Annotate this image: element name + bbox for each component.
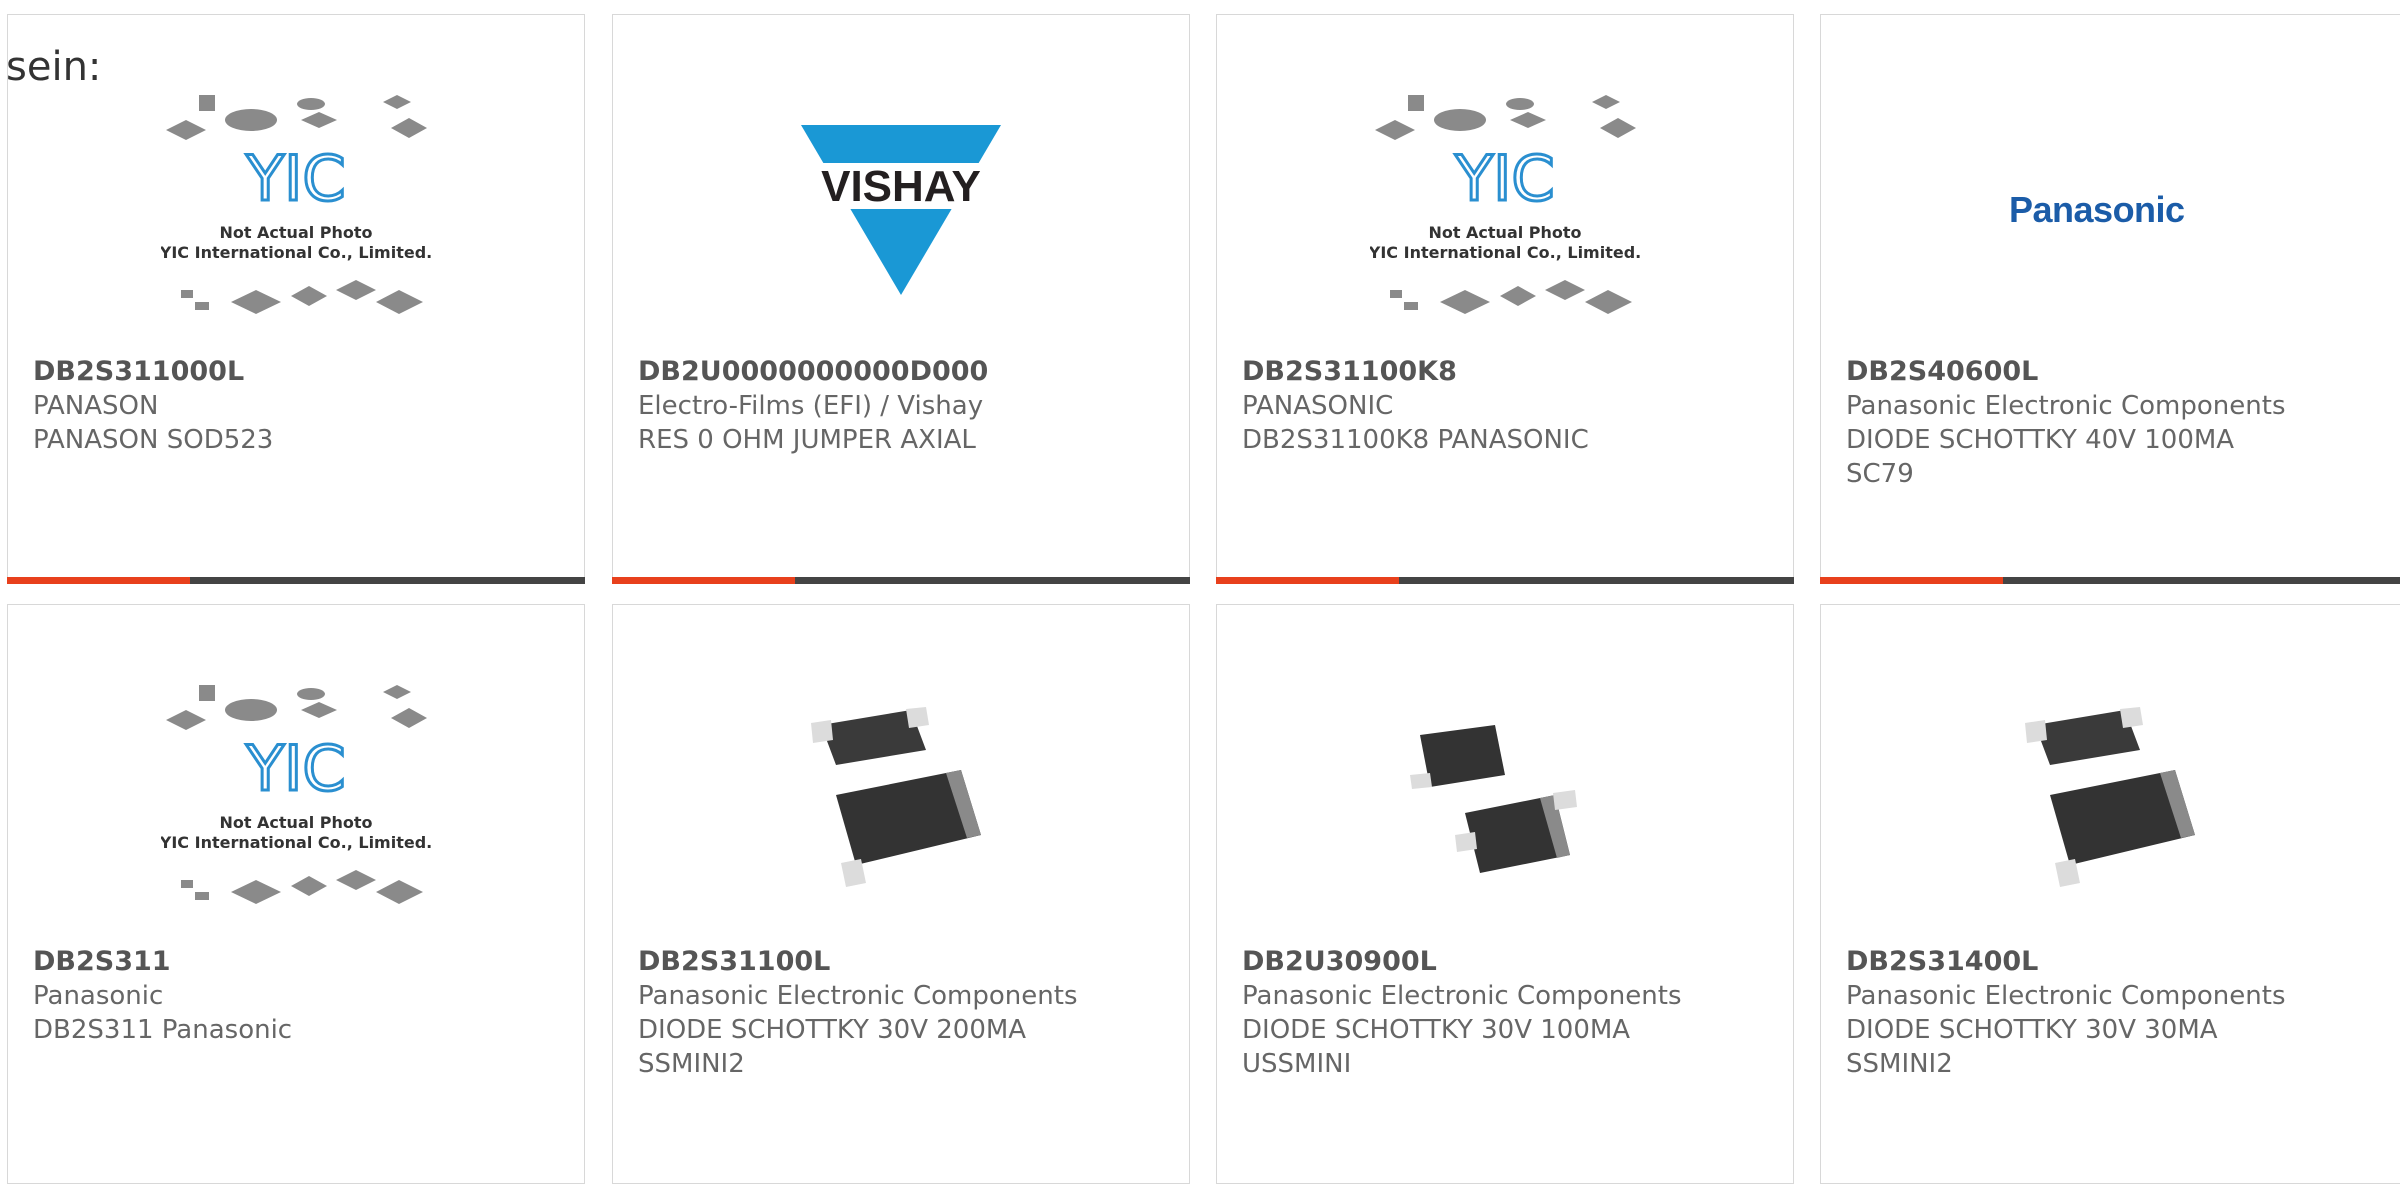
product-image[interactable] bbox=[1217, 645, 1793, 955]
product-image[interactable] bbox=[613, 645, 1189, 955]
product-card[interactable]: YIC Not Actual Photo YIC International C… bbox=[1216, 14, 1794, 584]
product-image[interactable] bbox=[1821, 645, 2400, 955]
product-card[interactable]: VISHAY DB2U0000000000D000 Electro-Films … bbox=[612, 14, 1190, 584]
part-number[interactable]: DB2U0000000000D000 bbox=[638, 355, 1169, 389]
placeholder-line2: YIC International Co., Limited. bbox=[1370, 243, 1640, 262]
part-number[interactable]: DB2S31400L bbox=[1846, 945, 2389, 979]
product-card[interactable]: DB2S31400L Panasonic Electronic Componen… bbox=[1820, 604, 2400, 1184]
part-number[interactable]: DB2S40600L bbox=[1846, 355, 2389, 389]
manufacturer: Panasonic Electronic Components bbox=[1242, 981, 1682, 1011]
manufacturer: Panasonic Electronic Components bbox=[1846, 981, 2286, 1011]
part-number[interactable]: DB2S311000L bbox=[33, 355, 564, 389]
product-image[interactable]: VISHAY bbox=[613, 55, 1189, 365]
placeholder-line2: YIC International Co., Limited. bbox=[161, 243, 431, 262]
yic-placeholder-image: YIC Not Actual Photo YIC International C… bbox=[1370, 95, 1640, 314]
diode-package-image bbox=[811, 707, 981, 887]
product-grid: YIC Not Actual Photo YIC International C… bbox=[0, 0, 2400, 1184]
card-bottom-bar bbox=[612, 577, 1190, 584]
product-card[interactable]: DB2S31100L Panasonic Electronic Componen… bbox=[612, 604, 1190, 1184]
placeholder-line2: YIC International Co., Limited. bbox=[161, 833, 431, 852]
yic-placeholder-image: YIC Not Actual Photo YIC International C… bbox=[161, 685, 431, 904]
card-accent bbox=[612, 577, 795, 584]
description: DIODE SCHOTTKY 40V 100MA SC79 bbox=[1846, 425, 2235, 489]
diode-package-image bbox=[1410, 725, 1577, 873]
yic-placeholder-image: YIC Not Actual Photo YIC International C… bbox=[161, 95, 431, 314]
placeholder-line1: Not Actual Photo bbox=[219, 223, 372, 242]
yic-logo: YIC bbox=[1454, 142, 1554, 215]
part-number[interactable]: DB2S311 bbox=[33, 945, 564, 979]
diode-package-image bbox=[2025, 707, 2195, 887]
part-number[interactable]: DB2S31100L bbox=[638, 945, 1169, 979]
card-accent bbox=[1820, 577, 2003, 584]
product-image[interactable]: YIC Not Actual Photo YIC International C… bbox=[1217, 55, 1793, 365]
manufacturer: Panasonic Electronic Components bbox=[638, 981, 1078, 1011]
description: DIODE SCHOTTKY 30V 30MA SSMINI2 bbox=[1846, 1015, 2218, 1079]
product-card[interactable]: YIC Not Actual Photo YIC International C… bbox=[7, 14, 585, 584]
manufacturer: Panasonic bbox=[33, 981, 164, 1011]
placeholder-line1: Not Actual Photo bbox=[219, 813, 372, 832]
description: DIODE SCHOTTKY 30V 100MA USSMINI bbox=[1242, 1015, 1631, 1079]
part-number[interactable]: DB2S31100K8 bbox=[1242, 355, 1773, 389]
description: DB2S31100K8 PANASONIC bbox=[1242, 425, 1589, 455]
card-bottom-bar bbox=[7, 577, 585, 584]
yic-logo: YIC bbox=[245, 142, 345, 215]
part-number[interactable]: DB2U30900L bbox=[1242, 945, 1773, 979]
product-image[interactable]: YIC Not Actual Photo YIC International C… bbox=[8, 645, 584, 955]
intro-text: sein: bbox=[6, 44, 102, 90]
description: DIODE SCHOTTKY 30V 200MA SSMINI2 bbox=[638, 1015, 1027, 1079]
card-bottom-bar bbox=[1820, 577, 2400, 584]
description: DB2S311 Panasonic bbox=[33, 1015, 293, 1045]
product-card[interactable]: YIC Not Actual Photo YIC International C… bbox=[7, 604, 585, 1184]
product-image[interactable]: YIC Not Actual Photo YIC International C… bbox=[8, 55, 584, 365]
description: RES 0 OHM JUMPER AXIAL bbox=[638, 425, 976, 455]
yic-logo: YIC bbox=[245, 732, 345, 805]
product-card[interactable]: Panasonic DB2S40600L Panasonic Electroni… bbox=[1820, 14, 2400, 584]
manufacturer: Electro-Films (EFI) / Vishay bbox=[638, 391, 984, 421]
placeholder-line1: Not Actual Photo bbox=[1428, 223, 1581, 242]
vishay-logo: VISHAY bbox=[801, 125, 1001, 295]
description: PANASON SOD523 bbox=[33, 425, 274, 455]
card-accent bbox=[1216, 577, 1399, 584]
manufacturer: PANASON bbox=[33, 391, 159, 421]
manufacturer: Panasonic Electronic Components bbox=[1846, 391, 2286, 421]
product-image[interactable]: Panasonic bbox=[1821, 55, 2400, 365]
product-card[interactable]: DB2U30900L Panasonic Electronic Componen… bbox=[1216, 604, 1794, 1184]
panasonic-logo: Panasonic bbox=[2009, 189, 2185, 230]
vishay-logo-text: VISHAY bbox=[821, 162, 981, 211]
card-bottom-bar bbox=[1216, 577, 1794, 584]
manufacturer: PANASONIC bbox=[1242, 391, 1394, 421]
card-accent bbox=[7, 577, 190, 584]
